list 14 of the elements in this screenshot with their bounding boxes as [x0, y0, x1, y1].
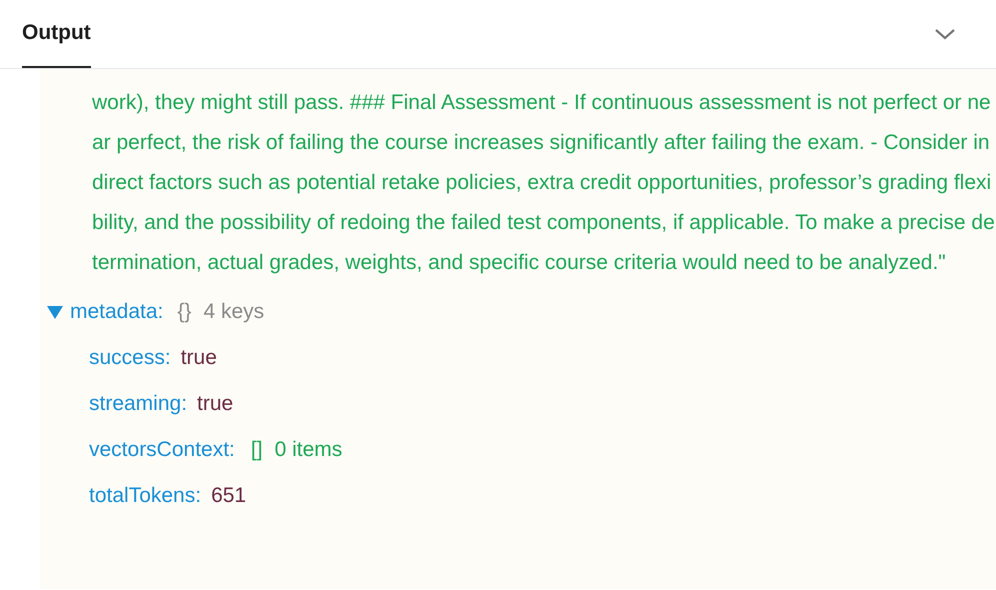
key-label: streaming:	[89, 391, 188, 418]
key-label: metadata:	[70, 299, 164, 326]
count-label: 0 items	[274, 437, 342, 464]
brackets-label: []	[250, 437, 263, 464]
key-label: success:	[89, 345, 171, 372]
value-label: true	[197, 391, 234, 418]
value-label: 651	[211, 483, 246, 510]
value-label: true	[180, 345, 217, 372]
key-label: vectorsContext:	[89, 437, 235, 464]
chevron-down-icon	[934, 27, 956, 41]
key-label: totalTokens:	[89, 483, 202, 510]
count-label: 4 keys	[203, 299, 264, 326]
output-text: work), they might still pass. ### Final Assessment - If continuous assessment is not perfect or near perfect, the risk of failing the course increases significantly after failing the exam. - Consider indirect factors such as potential retake policies, extra credit opportunities, professor’s grading flexibility, and the possibility of redoing the failed test components, if applicable. To make a precise determination, actual grades, weights, and specific course criteria would need to be analyzed."	[92, 90, 996, 276]
brackets-label: {}	[177, 299, 192, 326]
